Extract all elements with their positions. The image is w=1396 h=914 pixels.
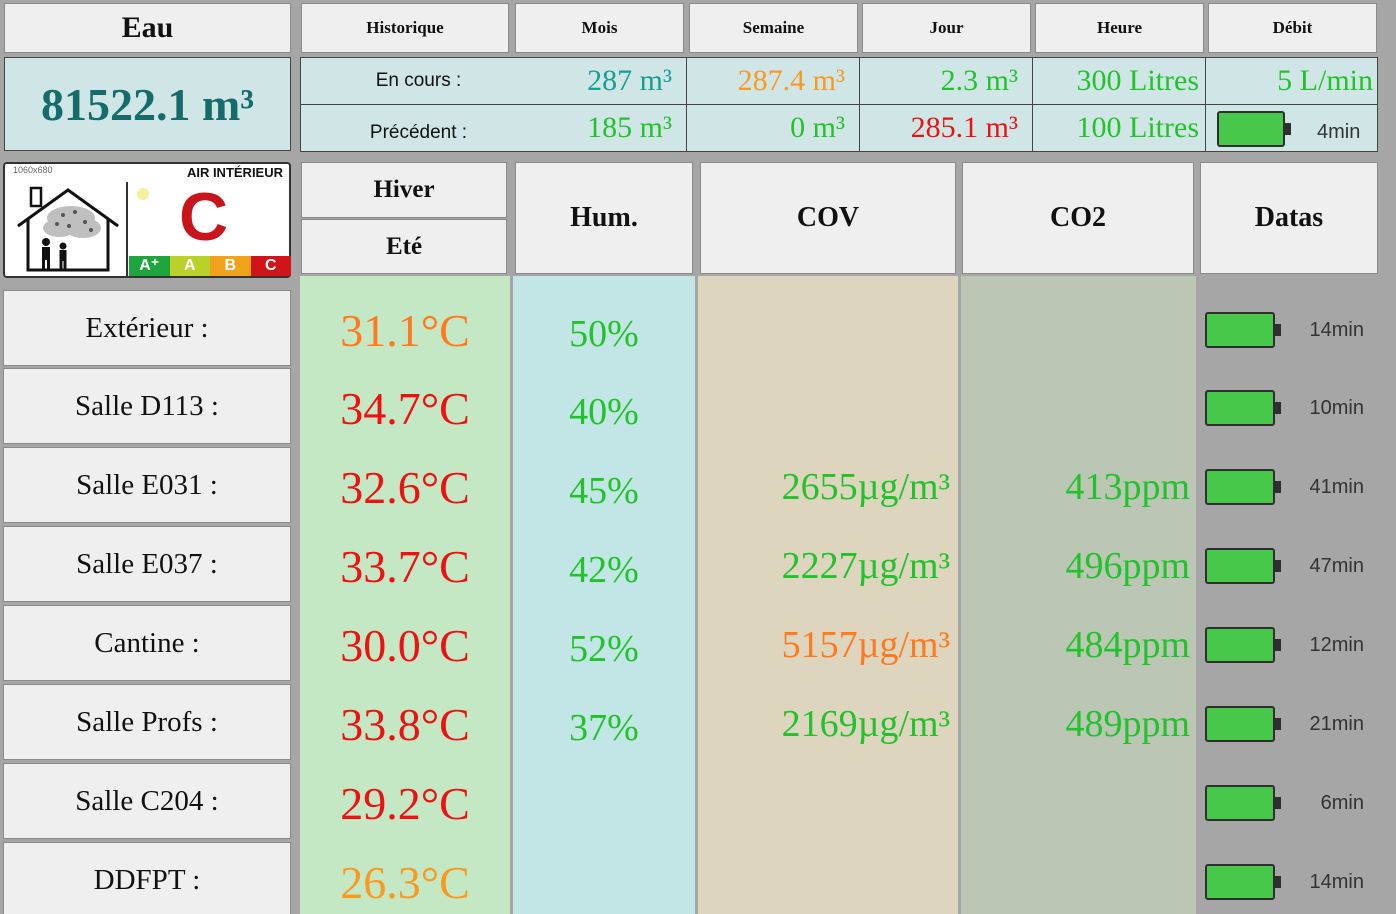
scale-c: C xyxy=(250,256,291,276)
co2-value: 496ppm xyxy=(1065,545,1190,587)
header-humidity[interactable]: Hum. xyxy=(515,162,693,274)
tab-jour[interactable]: Jour xyxy=(862,3,1031,53)
header-datas[interactable]: Datas xyxy=(1200,162,1378,274)
data-age: 10min xyxy=(1309,397,1364,419)
house-icon xyxy=(17,186,119,272)
humidity-value xyxy=(513,846,695,914)
data-age: 14min xyxy=(1309,319,1364,341)
current-heure-value: 300 Litres xyxy=(1032,57,1206,105)
battery-icon xyxy=(1205,390,1281,426)
humidity-value: 52% xyxy=(569,628,639,670)
battery-icon xyxy=(1205,864,1281,900)
cov-value: 2169µg/m³ xyxy=(781,703,950,745)
room-label[interactable]: Cantine : xyxy=(3,605,291,681)
humidity-value: 40% xyxy=(569,391,639,433)
battery-icon xyxy=(1205,627,1281,663)
data-age: 21min xyxy=(1309,713,1364,735)
tab-mois[interactable]: Mois xyxy=(515,3,684,53)
tab-heure[interactable]: Heure xyxy=(1035,3,1204,53)
cov-value: 2655µg/m³ xyxy=(781,466,950,508)
current-semaine-value: 287.4 m³ xyxy=(686,57,860,105)
flow-sensor-age: 4min xyxy=(1317,121,1361,143)
current-debit-value: 5 L/min xyxy=(1205,57,1378,105)
room-label[interactable]: Salle E037 : xyxy=(3,526,291,602)
current-mois-value: 287 m³ xyxy=(587,64,672,97)
tab-semaine[interactable]: Semaine xyxy=(689,3,858,53)
cov-value: 2227µg/m³ xyxy=(781,545,950,587)
room-label[interactable]: Extérieur : xyxy=(3,290,291,366)
data-age: 14min xyxy=(1309,871,1364,893)
battery-icon xyxy=(1205,706,1281,742)
season-winter-button[interactable]: Hiver xyxy=(301,162,507,218)
room-label[interactable]: Salle D113 : xyxy=(3,368,291,444)
temperature-value: 33.7°C xyxy=(340,540,470,592)
tab-historique[interactable]: Historique xyxy=(301,3,509,53)
co2-value: 489ppm xyxy=(1065,703,1190,745)
room-label[interactable]: Salle C204 : xyxy=(3,763,291,839)
water-total-value: 81522.1 m³ xyxy=(40,78,255,130)
previous-heure-value: 100 Litres xyxy=(1032,104,1206,152)
scale-a: A xyxy=(169,256,210,276)
cov-value xyxy=(698,763,950,843)
co2-value xyxy=(961,763,1190,843)
temperature-value: 34.7°C xyxy=(340,382,470,434)
battery-icon xyxy=(1205,785,1281,821)
temperature-value: 33.8°C xyxy=(340,698,470,750)
data-age: 6min xyxy=(1320,792,1364,814)
co2-value: 484ppm xyxy=(1065,624,1190,666)
room-label[interactable]: Salle Profs : xyxy=(3,684,291,760)
battery-icon xyxy=(1205,548,1281,584)
battery-icon xyxy=(1205,469,1281,505)
water-title: Eau xyxy=(4,3,291,53)
flow-sensor-battery-icon xyxy=(1217,111,1291,147)
cov-value: 5157µg/m³ xyxy=(781,624,950,666)
battery-icon xyxy=(1205,312,1281,348)
previous-semaine-value: 0 m³ xyxy=(686,104,860,152)
season-summer-button[interactable]: Eté xyxy=(301,219,507,274)
humidity-value: 37% xyxy=(569,707,639,749)
humidity-value: 50% xyxy=(569,313,639,355)
air-quality-grade: C xyxy=(179,179,229,255)
scale-b: B xyxy=(210,256,251,276)
temperature-value: 32.6°C xyxy=(340,461,470,513)
cov-value xyxy=(698,290,950,370)
co2-value xyxy=(961,842,1190,914)
data-age: 12min xyxy=(1309,634,1364,656)
current-jour-value: 2.3 m³ xyxy=(859,57,1033,105)
humidity-value: 45% xyxy=(569,470,639,512)
water-total-box: 81522.1 m³ xyxy=(4,57,291,151)
temperature-value: 29.2°C xyxy=(340,777,470,829)
previous-jour-value: 285.1 m³ xyxy=(859,104,1033,152)
temperature-value: 26.3°C xyxy=(340,856,470,908)
humidity-value xyxy=(513,767,695,847)
co2-value xyxy=(961,368,1190,448)
temperature-value: 31.1°C xyxy=(340,304,470,356)
sun-icon xyxy=(137,188,149,200)
data-age: 41min xyxy=(1309,476,1364,498)
co2-value xyxy=(961,290,1190,370)
air-quality-scale: A⁺ A B C xyxy=(129,256,291,276)
cov-value xyxy=(698,842,950,914)
header-cov[interactable]: COV xyxy=(700,162,956,274)
data-age: 47min xyxy=(1309,555,1364,577)
humidity-value: 42% xyxy=(569,549,639,591)
cov-value xyxy=(698,368,950,448)
tab-debit[interactable]: Débit xyxy=(1208,3,1377,53)
room-label[interactable]: Salle E031 : xyxy=(3,447,291,523)
previous-mois-value: 185 m³ xyxy=(587,111,672,144)
header-co2[interactable]: CO2 xyxy=(962,162,1194,274)
co2-value: 413ppm xyxy=(1065,466,1190,508)
logo-size-label: 1060x680 xyxy=(13,165,53,175)
air-quality-logo: 1060x680 AIR INTÉRIEUR C A⁺ A B C xyxy=(3,162,291,278)
scale-a-plus: A⁺ xyxy=(129,256,170,276)
logo-divider xyxy=(126,182,128,276)
room-label[interactable]: DDFPT : xyxy=(3,842,291,914)
previous-debit-cell: 4min xyxy=(1205,104,1378,152)
temperature-value: 30.0°C xyxy=(340,619,470,671)
logo-title: AIR INTÉRIEUR xyxy=(186,165,283,180)
